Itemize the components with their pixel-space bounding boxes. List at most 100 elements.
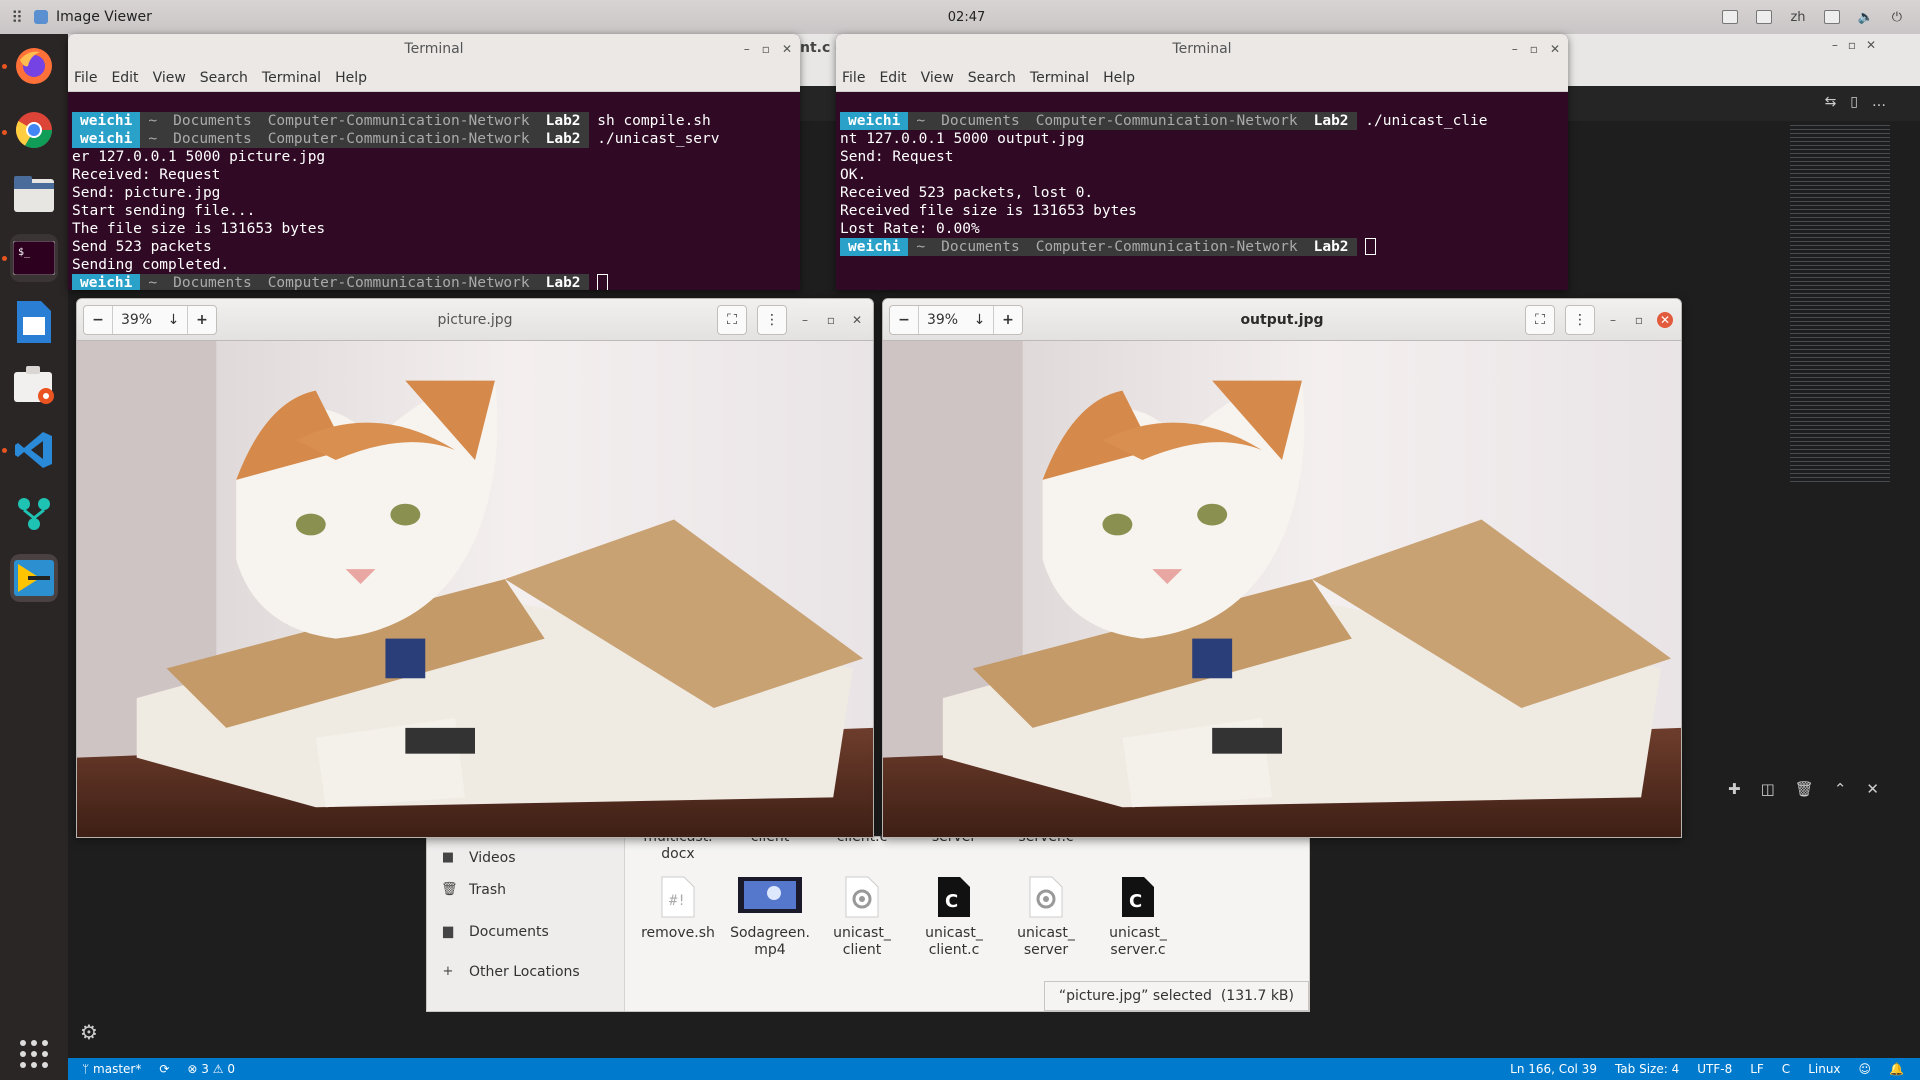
maximize-icon[interactable]: ▫: [823, 312, 839, 328]
menu-search[interactable]: Search: [200, 70, 248, 86]
tab-size[interactable]: Tab Size: 4: [1615, 1062, 1679, 1076]
close-icon[interactable]: ✕: [1550, 34, 1560, 64]
svg-text:C: C: [1129, 891, 1142, 912]
tray-app-icon[interactable]: [1722, 10, 1739, 24]
encoding[interactable]: UTF-8: [1697, 1062, 1732, 1076]
zoom-level[interactable]: 39%: [112, 305, 160, 334]
file-item-remove-sh[interactable]: #! remove.sh: [633, 875, 723, 942]
bell-icon[interactable]: 🔔: [1889, 1062, 1904, 1076]
menu-help[interactable]: Help: [1103, 70, 1135, 86]
remmina-icon[interactable]: [10, 554, 58, 602]
maximize-icon[interactable]: ▫: [1631, 312, 1647, 328]
menu-help[interactable]: Help: [335, 70, 367, 86]
gitkraken-icon[interactable]: [10, 490, 58, 538]
zoom-level[interactable]: 39%: [918, 305, 966, 334]
fullscreen-button[interactable]: ⛶: [1525, 305, 1555, 335]
settings-gear-icon[interactable]: ⚙: [80, 1020, 98, 1044]
image-viewer-right: − 39% ↓ + output.jpg ⛶ ⋮ – ▫ ✕: [882, 298, 1682, 838]
sync-icon[interactable]: ⟳: [159, 1062, 169, 1076]
maximize-icon[interactable]: ▫: [1530, 34, 1538, 64]
chevron-up-icon[interactable]: ⌃: [1834, 780, 1847, 798]
minimize-icon[interactable]: –: [797, 312, 813, 328]
eol[interactable]: LF: [1750, 1062, 1764, 1076]
close-icon[interactable]: ✕: [1657, 312, 1673, 328]
git-branch[interactable]: ᛘ master*: [82, 1062, 141, 1076]
files-window: ■ Videos 🗑 Trash ▆ Documents + Other Locatio…: [426, 829, 1310, 1012]
files-icon[interactable]: [10, 170, 58, 218]
zoom-in-button[interactable]: +: [188, 306, 216, 334]
problems-indicator[interactable]: ⊗ 3 ⚠ 0: [187, 1062, 235, 1076]
fullscreen-button[interactable]: ⛶: [717, 305, 747, 335]
show-applications-icon[interactable]: [12, 1034, 56, 1074]
menu-search[interactable]: Search: [968, 70, 1016, 86]
minimize-icon[interactable]: –: [744, 34, 750, 64]
sidebar-item-other-locations[interactable]: + Other Locations: [427, 957, 625, 987]
minimize-icon[interactable]: –: [1605, 312, 1621, 328]
close-icon[interactable]: ✕: [849, 312, 865, 328]
more-options-button[interactable]: ⋮: [1565, 305, 1595, 335]
menu-view[interactable]: View: [153, 70, 186, 86]
terminal-cursor: [1365, 238, 1377, 255]
zoom-dropdown-icon[interactable]: ↓: [160, 305, 188, 334]
menu-edit[interactable]: Edit: [111, 70, 138, 86]
activities-grid-icon[interactable]: ⠿: [0, 8, 34, 27]
clock[interactable]: 02:47: [0, 10, 1920, 25]
file-item-unicast-server[interactable]: unicast_ server: [1001, 875, 1091, 959]
editor-actions-icon[interactable]: ⇆▯…: [1825, 94, 1900, 110]
vscode-window-controls[interactable]: –▫✕: [1832, 38, 1886, 52]
volume-icon[interactable]: 🔈: [1858, 10, 1874, 25]
viewer-headerbar: − 39% ↓ + picture.jpg ⛶ ⋮ – ▫ ✕: [77, 299, 873, 341]
menu-terminal[interactable]: Terminal: [262, 70, 321, 86]
software-center-icon[interactable]: [10, 362, 58, 410]
sidebar-item-videos[interactable]: ■ Videos: [427, 843, 625, 873]
chrome-icon[interactable]: [10, 106, 58, 154]
close-panel-icon[interactable]: ✕: [1866, 780, 1879, 798]
tray-app-icon-2[interactable]: [1756, 10, 1773, 24]
close-icon[interactable]: ✕: [782, 34, 792, 64]
sidebar-item-trash[interactable]: 🗑 Trash: [427, 875, 625, 905]
command: sh compile.sh: [597, 113, 711, 129]
menu-terminal[interactable]: Terminal: [1030, 70, 1089, 86]
split-terminal-icon[interactable]: ◫: [1761, 780, 1775, 798]
power-icon[interactable]: ⏻: [1892, 10, 1902, 25]
output-line: Start sending file...: [72, 203, 256, 219]
menu-file[interactable]: File: [74, 70, 97, 86]
menu-file[interactable]: File: [842, 70, 865, 86]
language-mode[interactable]: C: [1782, 1062, 1790, 1076]
input-method-indicator[interactable]: zh: [1790, 10, 1805, 25]
zoom-out-button[interactable]: −: [890, 306, 918, 334]
sidebar-item-documents[interactable]: ▆ Documents: [427, 917, 625, 947]
system-tray: zh 🔈 ⏻: [1722, 0, 1902, 34]
file-item-unicast-server-c[interactable]: C unicast_ server.c: [1093, 875, 1183, 959]
terminal-output[interactable]: weichi ~ Documents Computer-Communication-N…: [68, 92, 800, 290]
file-item-sodagreen-mp4[interactable]: Sodagreen. mp4: [725, 875, 815, 959]
firefox-icon[interactable]: [10, 42, 58, 90]
smiley-icon[interactable]: ☺: [1859, 1062, 1872, 1076]
image-canvas[interactable]: [883, 341, 1681, 837]
os-indicator[interactable]: Linux: [1808, 1062, 1840, 1076]
terminal-icon[interactable]: $_: [10, 234, 58, 282]
network-icon[interactable]: [1823, 10, 1840, 24]
minimize-icon[interactable]: –: [1512, 34, 1518, 64]
maximize-icon[interactable]: ▫: [762, 34, 770, 64]
file-item-unicast-client-c[interactable]: C unicast_ client.c: [909, 875, 999, 959]
menu-view[interactable]: View: [921, 70, 954, 86]
add-terminal-icon[interactable]: ✚: [1728, 780, 1741, 798]
terminal-output[interactable]: weichi ~ Documents Computer-Communication-N…: [836, 92, 1568, 276]
zoom-out-button[interactable]: −: [84, 306, 112, 334]
cursor-position[interactable]: Ln 166, Col 39: [1510, 1062, 1597, 1076]
trash-icon[interactable]: 🗑: [1795, 780, 1814, 798]
vscode-icon[interactable]: [10, 426, 58, 474]
image-canvas[interactable]: [77, 341, 873, 837]
app-name: Image Viewer: [56, 9, 152, 25]
more-options-button[interactable]: ⋮: [757, 305, 787, 335]
writer-icon[interactable]: [10, 298, 58, 346]
menu-edit[interactable]: Edit: [879, 70, 906, 86]
file-item-unicast-client[interactable]: unicast_ client: [817, 875, 907, 959]
terminal-cursor: [597, 274, 609, 290]
zoom-dropdown-icon[interactable]: ↓: [966, 305, 994, 334]
app-menu[interactable]: Image Viewer: [34, 9, 152, 25]
minimap[interactable]: [1790, 122, 1890, 482]
video-camera-icon: ■: [441, 850, 455, 865]
zoom-in-button[interactable]: +: [994, 306, 1022, 334]
